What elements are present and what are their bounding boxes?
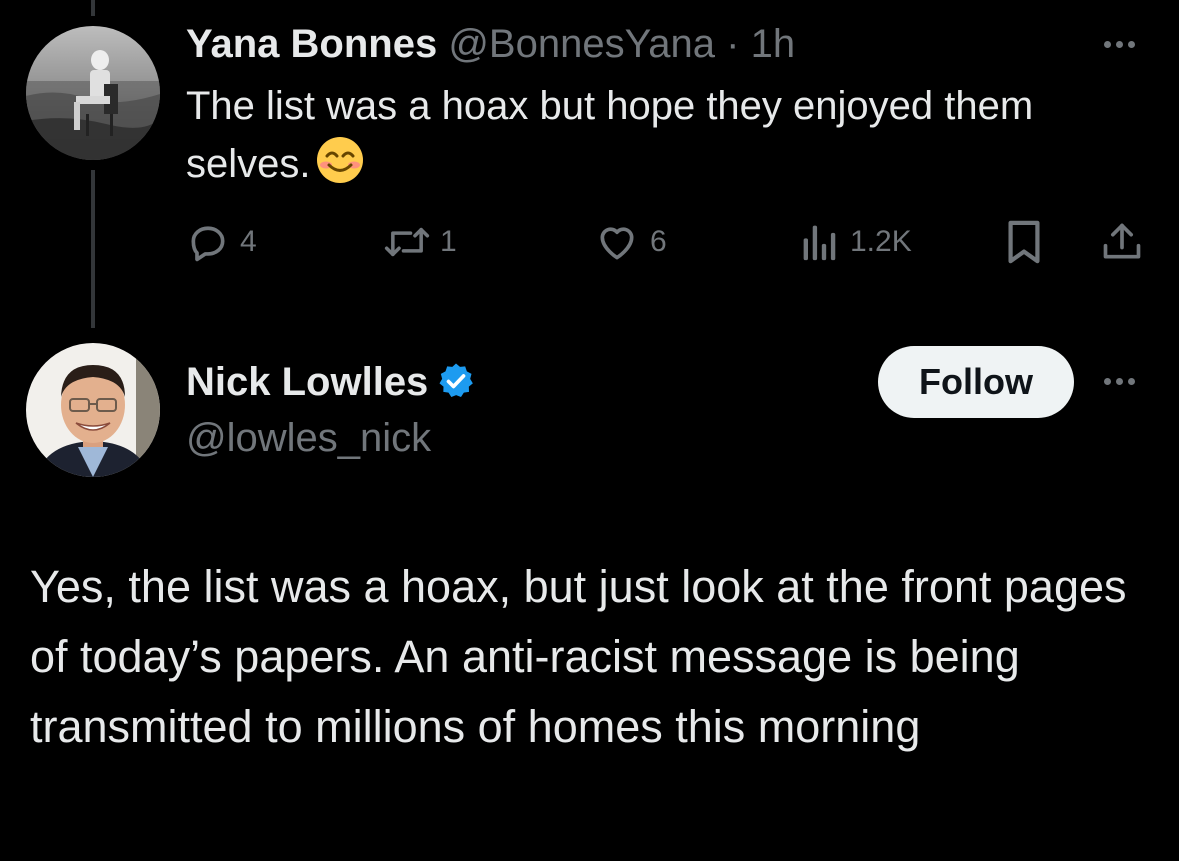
bookmark-button[interactable] (1004, 218, 1044, 266)
tweet-header: Yana Bonnes @BonnesYana · 1h (186, 20, 795, 68)
follow-button[interactable]: Follow (878, 346, 1074, 418)
analytics-icon (800, 220, 840, 264)
bookmark-icon (1004, 219, 1044, 265)
avatar[interactable] (26, 26, 160, 160)
share-icon (1100, 219, 1144, 265)
more-options-icon[interactable] (1104, 378, 1135, 385)
verified-badge-icon (436, 361, 476, 412)
tweet-actions: 4 1 6 1.2K (186, 218, 1146, 266)
user-handle[interactable]: @lowles_nick (186, 416, 431, 460)
reply-count: 4 (240, 225, 257, 258)
tweet-body: The list was a hoax but hope they enjoye… (186, 78, 1086, 201)
avatar[interactable] (26, 343, 160, 477)
heart-icon (594, 220, 640, 264)
thread-connector-top (91, 0, 95, 16)
share-button[interactable] (1100, 218, 1144, 266)
views-button[interactable]: 1.2K (800, 218, 912, 266)
tweet-text: Yes, the list was a hoax, but just look … (30, 561, 1127, 752)
display-name[interactable]: Nick Lowlles (186, 360, 428, 404)
smiling-face-icon (315, 135, 365, 201)
reply-button[interactable]: 4 (186, 218, 257, 266)
repost-button[interactable]: 1 (384, 218, 457, 266)
handle-line: @lowles_nick (186, 414, 431, 462)
repost-icon (384, 220, 430, 264)
tweet-header: Nick Lowlles (186, 358, 476, 412)
repost-count: 1 (440, 225, 457, 258)
timestamp[interactable]: 1h (751, 22, 796, 66)
separator: · (726, 22, 740, 66)
view-count: 1.2K (850, 225, 912, 258)
like-count: 6 (650, 225, 667, 258)
user-handle[interactable]: @BonnesYana (448, 22, 715, 66)
more-options-icon[interactable] (1104, 41, 1135, 48)
like-button[interactable]: 6 (594, 218, 667, 266)
reply-icon (186, 220, 230, 264)
thread-connector (91, 170, 95, 328)
tweet-text: The list was a hoax but hope they enjoye… (186, 84, 1034, 186)
display-name[interactable]: Yana Bonnes (186, 22, 437, 66)
